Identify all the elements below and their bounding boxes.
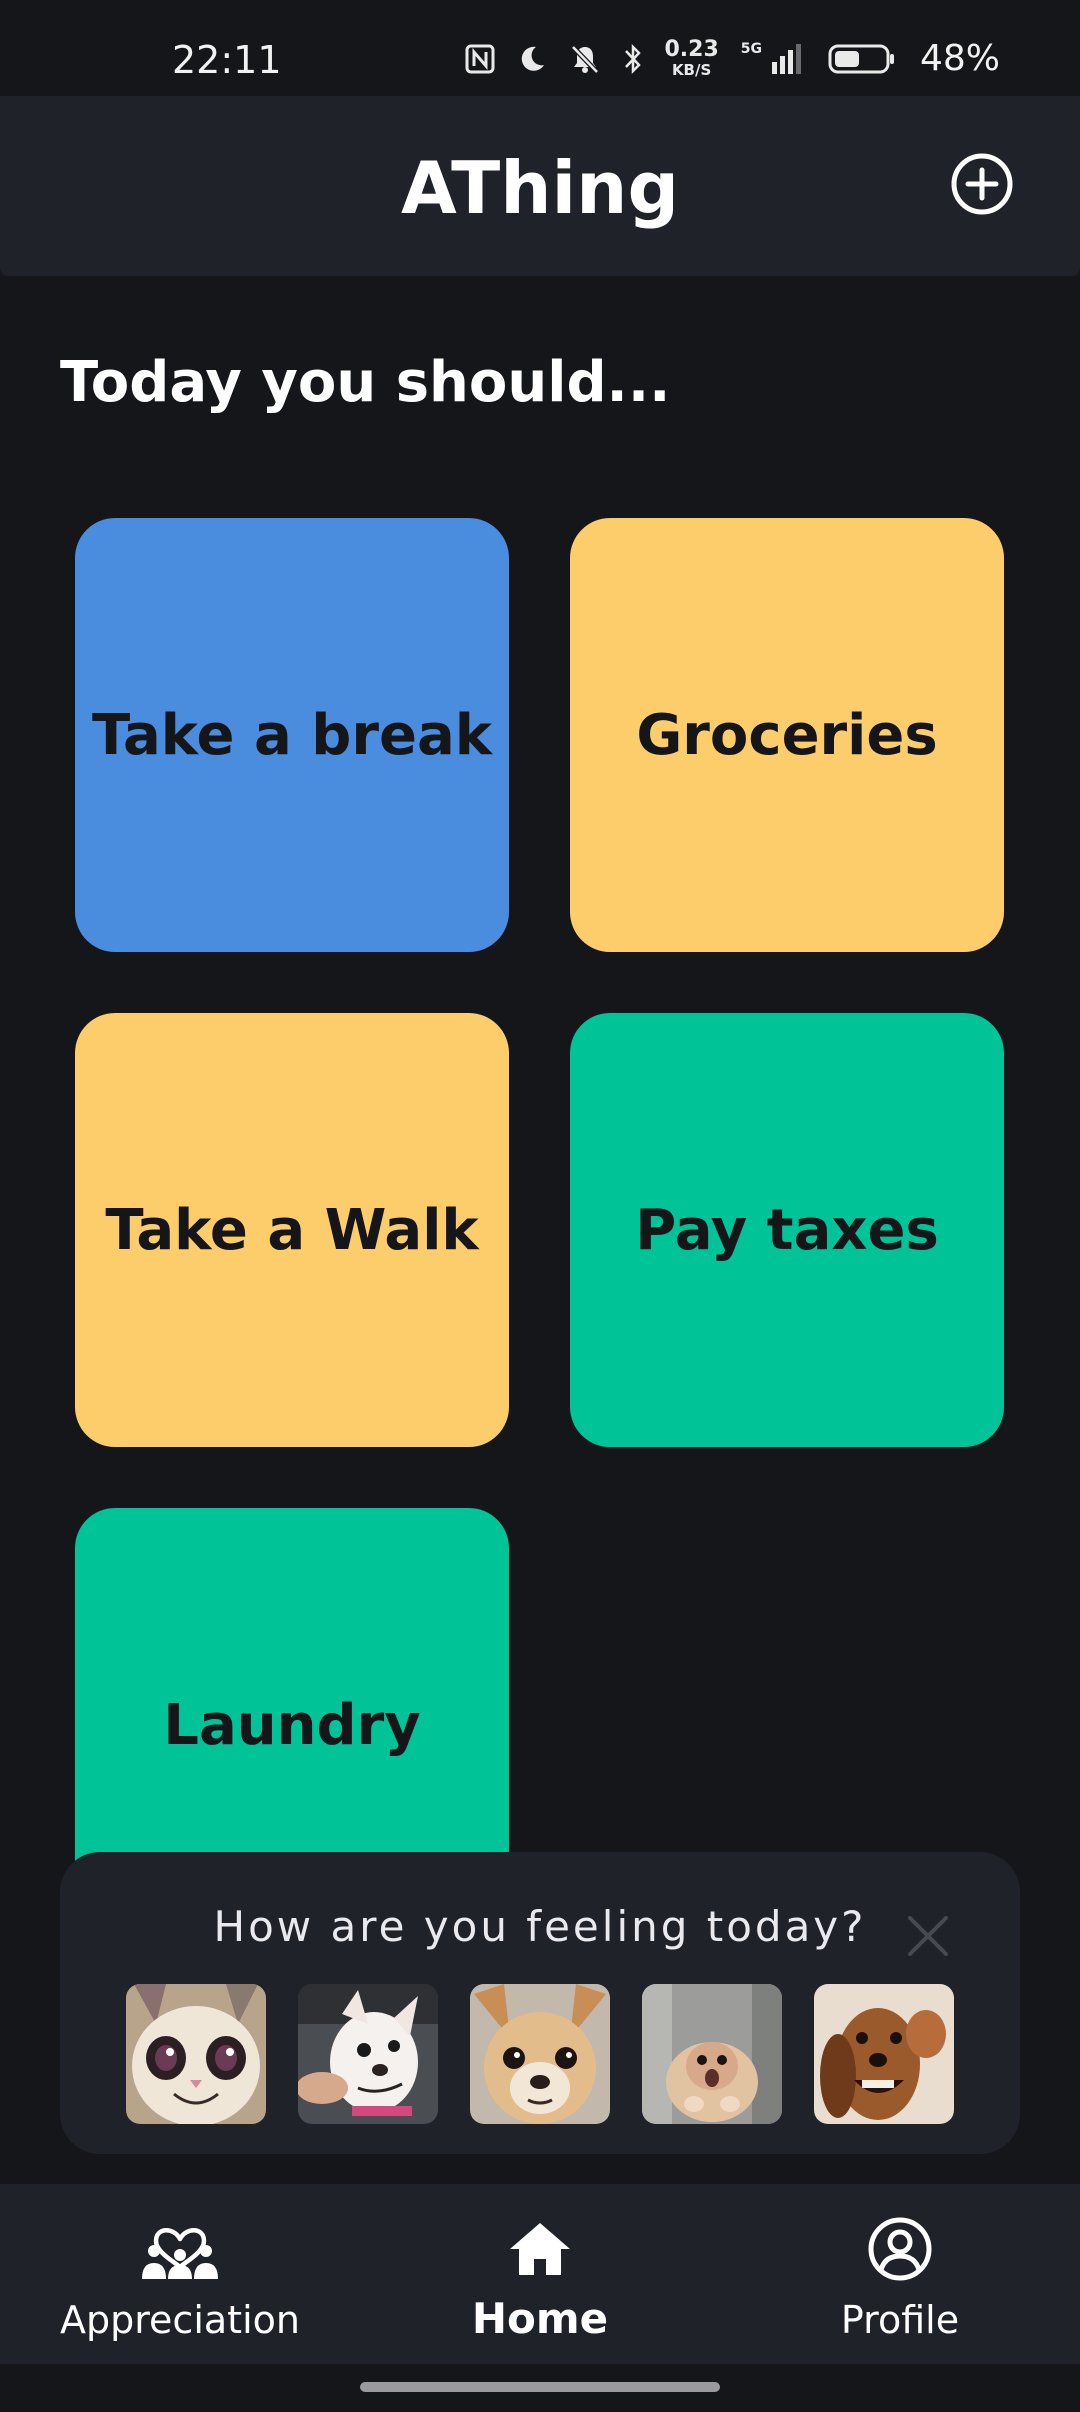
smiling-cat-face[interactable]: [126, 1984, 266, 2124]
network-speed-value: 0.23: [664, 37, 719, 62]
task-tile-label: Take a break: [92, 702, 492, 768]
mood-question: How are you feeling today?: [213, 1902, 867, 1951]
mood-prompt-card: How are you feeling today?: [60, 1852, 1020, 2154]
network-type: 5G: [740, 40, 762, 57]
worried-chihuahua-face[interactable]: [470, 1984, 610, 2124]
battery-icon: [828, 44, 894, 73]
task-tile-pay-taxes[interactable]: Pay taxes: [570, 1013, 1004, 1447]
nav-item-profile[interactable]: Profile: [750, 2184, 1050, 2364]
nav-label: Profile: [840, 2298, 960, 2342]
signal-icon: [771, 43, 801, 74]
home-indicator[interactable]: [360, 2382, 720, 2392]
task-tile-label: Groceries: [636, 702, 938, 768]
status-time: 22:11: [172, 38, 282, 82]
nav-label: Appreciation: [60, 2298, 300, 2342]
section-heading: Today you should...: [60, 350, 671, 415]
nav-item-appreciation[interactable]: Appreciation: [30, 2184, 330, 2364]
network-speed: 0.23 KB/S: [664, 39, 718, 78]
status-bar: 22:11 0.23 KB/S 5G 48%: [0, 0, 1080, 96]
app-header: AThing: [0, 96, 1080, 276]
grinning-dachshund-face[interactable]: [814, 1984, 954, 2124]
battery-percent: 48%: [919, 38, 1000, 79]
user-circle-icon: [868, 2217, 932, 2281]
moon-icon: [522, 46, 545, 71]
status-icons: 0.23 KB/S 5G 48%: [464, 38, 1000, 79]
nfc-icon: [465, 44, 495, 73]
home-icon: [510, 2223, 570, 2275]
network-speed-unit: KB/S: [671, 61, 712, 79]
task-tile-groceries[interactable]: Groceries: [570, 518, 1004, 952]
nav-item-home[interactable]: Home: [390, 2184, 690, 2364]
bell-muted-icon: [571, 44, 600, 74]
bluetooth-icon: [625, 43, 642, 74]
task-tile-take-a-walk[interactable]: Take a Walk: [75, 1013, 509, 1447]
task-tile-label: Take a Walk: [105, 1197, 479, 1263]
people-heart-icon: [142, 2228, 218, 2279]
close-icon[interactable]: [900, 1908, 956, 1964]
shocked-hamster-face[interactable]: [642, 1984, 782, 2124]
task-tile-label: Laundry: [163, 1692, 421, 1758]
smirking-chihuahua-face[interactable]: [298, 1984, 438, 2124]
app-title: AThing: [401, 146, 679, 230]
nav-label: Home: [471, 2294, 609, 2343]
mood-options: [126, 1984, 954, 2124]
task-tile-take-a-break[interactable]: Take a break: [75, 518, 509, 952]
plus-circle-icon[interactable]: [950, 152, 1014, 216]
bottom-nav: Appreciation Home Profile: [0, 2184, 1080, 2364]
task-tile-label: Pay taxes: [635, 1197, 939, 1263]
